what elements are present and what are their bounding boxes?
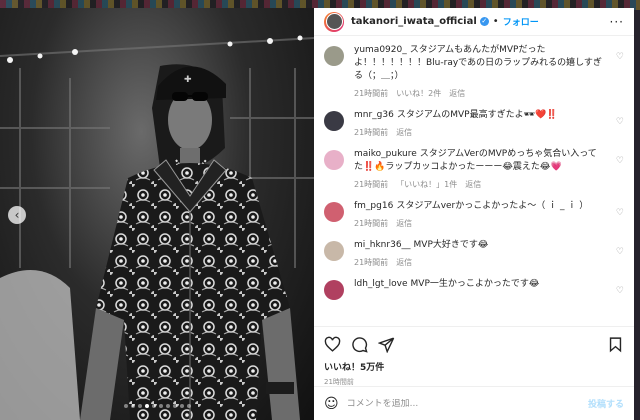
carousel-dot: [144, 404, 149, 408]
share-icon[interactable]: [378, 336, 395, 353]
carousel-dot: [137, 404, 142, 408]
comment-meta: 21時間前 いいね！2件 返信: [354, 88, 608, 99]
comment-body: MVP大好きです😂: [413, 240, 489, 250]
comment-time: 21時間前: [354, 219, 389, 228]
comment-item: mi_hknr36__ MVP大好きです😂 21時間前 返信 ♡: [324, 239, 624, 268]
likes-count[interactable]: いいね！5万件: [324, 360, 624, 373]
more-options-icon[interactable]: ···: [610, 15, 624, 29]
svg-text:✚: ✚: [184, 75, 192, 85]
commenter-avatar[interactable]: [324, 46, 344, 66]
commenter-avatar[interactable]: [324, 241, 344, 261]
comment-meta: 21時間前 返信: [354, 218, 608, 229]
comment-likes[interactable]: いいね！2件: [396, 89, 441, 98]
comment-meta: 21時間前 「いいね！」1件 返信: [354, 179, 608, 190]
comment-text: yuma0920_ スタジアムもあんたがMVPだったよ！！！！！！！Blu-ray…: [354, 44, 608, 83]
commenter-username[interactable]: fm_pg16: [354, 201, 393, 211]
carousel-dots: [0, 404, 314, 408]
comment-time: 21時間前: [354, 128, 389, 137]
comment-like-icon[interactable]: ♡: [616, 247, 624, 257]
photo-illustration: ✚: [0, 35, 314, 420]
smile-icon[interactable]: ☺: [324, 396, 339, 412]
commenter-avatar[interactable]: [324, 280, 344, 300]
commenter-avatar[interactable]: [324, 150, 344, 170]
comment-body: MVP一生かっこよかったです😂: [410, 279, 540, 289]
comment-likes[interactable]: 「いいね！」1件: [396, 180, 457, 189]
comment-input[interactable]: [346, 398, 588, 409]
comment-body: スタジアムのMVP最高すぎたよ🕶❤️‼️: [396, 110, 558, 120]
comment-time: 21時間前: [354, 258, 389, 267]
carousel-dot: [158, 404, 163, 408]
post-actions: いいね！5万件 21時間前: [314, 326, 634, 386]
post-comment-button[interactable]: 投稿する: [588, 397, 624, 410]
carousel-dot: [172, 404, 177, 408]
commenter-username[interactable]: yuma0920_: [354, 45, 407, 55]
post-header: takanori_iwata_official ✓ • フォロー ···: [314, 8, 634, 36]
commenter-username[interactable]: ldh_lgt_love: [354, 279, 408, 289]
heart-icon[interactable]: [324, 336, 341, 353]
commenter-username[interactable]: maiko_pukure: [354, 149, 417, 159]
verified-badge-icon: ✓: [479, 17, 489, 26]
comment-like-icon[interactable]: ♡: [616, 156, 624, 166]
author-username[interactable]: takanori_iwata_official: [351, 16, 477, 27]
comments-list[interactable]: yuma0920_ スタジアムもあんたがMVPだったよ！！！！！！！Blu-ray…: [314, 36, 634, 326]
comment-icon[interactable]: [351, 336, 368, 353]
comment-like-icon[interactable]: ♡: [616, 286, 624, 296]
carousel-dot: [130, 404, 135, 408]
add-comment-bar: ☺ 投稿する: [314, 386, 634, 420]
reply-button[interactable]: 返信: [396, 258, 412, 267]
carousel-dot: [123, 404, 128, 408]
comment-text: mnr_g36 スタジアムのMVP最高すぎたよ🕶❤️‼️: [354, 109, 608, 122]
commenter-username[interactable]: mi_hknr36__: [354, 240, 411, 250]
carousel-dot: [179, 404, 184, 408]
comment-text: ldh_lgt_love MVP一生かっこよかったです😂: [354, 278, 608, 291]
header-separator: •: [492, 16, 499, 27]
comment-time: 21時間前: [354, 180, 389, 189]
post-side-panel: takanori_iwata_official ✓ • フォロー ··· yum…: [314, 8, 634, 420]
commenter-avatar[interactable]: [324, 111, 344, 131]
commenter-username[interactable]: mnr_g36: [354, 110, 394, 120]
comment-item: ldh_lgt_love MVP一生かっこよかったです😂 ♡: [324, 278, 624, 300]
carousel-dot: [165, 404, 170, 408]
carousel-prev-button[interactable]: ‹: [8, 206, 26, 224]
comment-item: mnr_g36 スタジアムのMVP最高すぎたよ🕶❤️‼️ 21時間前 返信 ♡: [324, 109, 624, 138]
comment-item: fm_pg16 スタジアムverかっこよかったよ〜（ ｉ _ ｉ ） 21時間前 返信…: [324, 200, 624, 229]
reply-button[interactable]: 返信: [396, 219, 412, 228]
comment-time: 21時間前: [354, 89, 389, 98]
comment-meta: 21時間前 返信: [354, 257, 608, 268]
comment-text: maiko_pukure スタジアムVerのMVPめっちゃ気合い入ってた‼️🔥ラッ…: [354, 148, 608, 174]
comment-meta: 21時間前 返信: [354, 127, 608, 138]
commenter-avatar[interactable]: [324, 202, 344, 222]
reply-button[interactable]: 返信: [396, 128, 412, 137]
comment-like-icon[interactable]: ♡: [616, 208, 624, 218]
comment-item: maiko_pukure スタジアムVerのMVPめっちゃ気合い入ってた‼️🔥ラッ…: [324, 148, 624, 190]
post-photo: ✚ ‹: [0, 8, 314, 420]
follow-button[interactable]: フォロー: [503, 15, 539, 28]
carousel-dot: [186, 404, 191, 408]
reply-button[interactable]: 返信: [465, 180, 481, 189]
comment-text: fm_pg16 スタジアムverかっこよかったよ〜（ ｉ _ ｉ ）: [354, 200, 608, 213]
comment-like-icon[interactable]: ♡: [616, 52, 624, 62]
comment-like-icon[interactable]: ♡: [616, 117, 624, 127]
post-modal: ✚ ‹ takanori_iwata_official ✓ • フォロー ···…: [0, 8, 634, 420]
comment-body: スタジアムverかっこよかったよ〜（ ｉ _ ｉ ）: [396, 201, 589, 211]
comment-text: mi_hknr36__ MVP大好きです😂: [354, 239, 608, 252]
carousel-dot: [151, 404, 156, 408]
reply-button[interactable]: 返信: [449, 89, 465, 98]
bookmark-icon[interactable]: [607, 336, 624, 353]
author-avatar[interactable]: [324, 11, 344, 32]
comment-item: yuma0920_ スタジアムもあんたがMVPだったよ！！！！！！！Blu-ray…: [324, 44, 624, 99]
